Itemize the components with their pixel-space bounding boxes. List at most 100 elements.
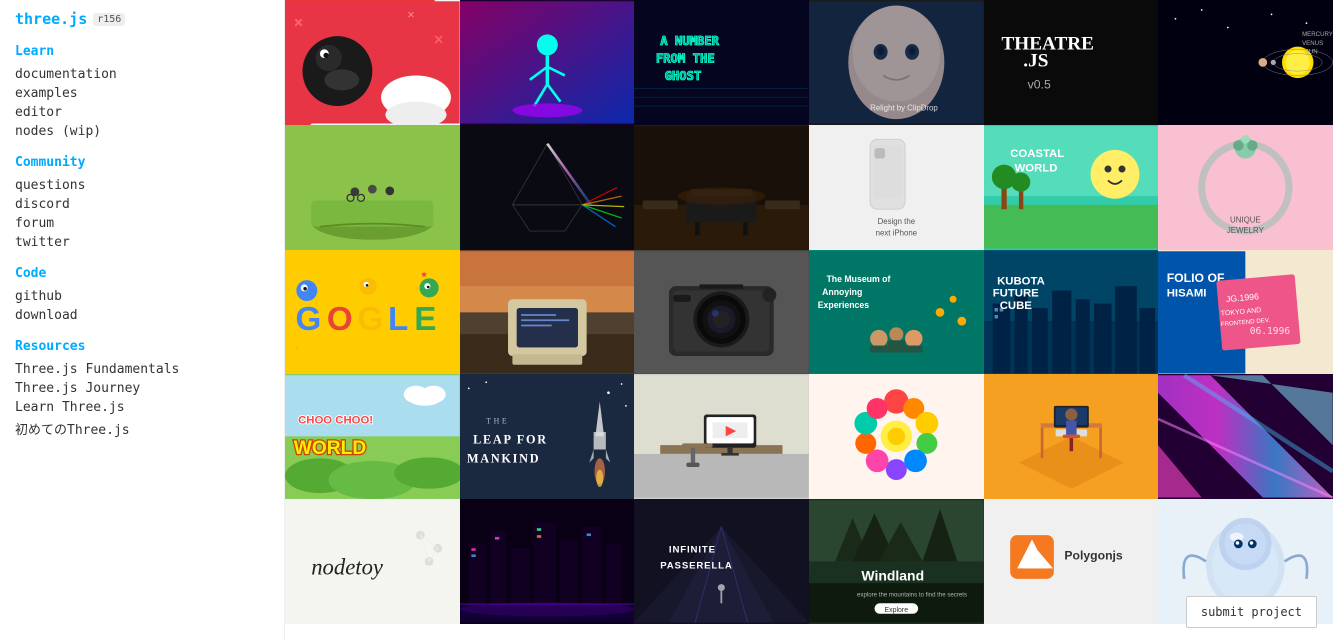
nav-learn[interactable]: Learn Three.js	[15, 398, 269, 417]
svg-text:Polygonjs: Polygonjs	[1064, 549, 1123, 563]
nav-documentation[interactable]: documentation	[15, 65, 269, 84]
nav-questions[interactable]: questions	[15, 176, 269, 195]
project-tile[interactable]: A NUMBER FROM THE GHOST A NUMBER FROM TH…	[634, 0, 809, 125]
svg-text:MANKIND: MANKIND	[467, 452, 540, 466]
svg-text:PASSERELLA: PASSERELLA	[661, 560, 734, 571]
app-name[interactable]: three.js	[15, 10, 87, 28]
svg-text:HISAMI: HISAMI	[1167, 287, 1207, 299]
project-tile[interactable]: COASTAL WORLD	[984, 125, 1159, 250]
nav-examples[interactable]: examples	[15, 84, 269, 103]
nav-fundamentals[interactable]: Three.js Fundamentals	[15, 360, 269, 379]
svg-text:×: ×	[407, 8, 414, 22]
svg-text:COASTAL: COASTAL	[1010, 148, 1064, 160]
svg-text:×: ×	[433, 30, 444, 50]
nav-journey[interactable]: Three.js Journey	[15, 379, 269, 398]
svg-text:06.1996: 06.1996	[1250, 326, 1291, 337]
project-tile[interactable]	[809, 374, 984, 499]
svg-text:CHOO CHOO!: CHOO CHOO!	[298, 415, 373, 427]
svg-text:next iPhone: next iPhone	[876, 228, 918, 237]
project-tile[interactable]	[460, 499, 635, 624]
svg-text:Windland: Windland	[861, 568, 924, 584]
project-tile[interactable]: Polygonjs	[984, 499, 1159, 624]
project-tile[interactable]	[1158, 374, 1333, 499]
svg-text:Experiences: Experiences	[818, 300, 870, 310]
svg-text:✦: ✦	[294, 342, 301, 354]
nav-japanese[interactable]: 初めてのThree.js	[15, 417, 269, 440]
svg-text:Design the: Design the	[878, 217, 916, 226]
section-learn: Learn	[15, 44, 269, 59]
project-tile[interactable]	[634, 125, 809, 250]
svg-text:Annoying: Annoying	[822, 286, 862, 296]
project-tile[interactable]: × × ×	[285, 0, 460, 125]
project-tile[interactable]: Design the next iPhone	[809, 125, 984, 250]
svg-text:WORLD: WORLD	[294, 438, 367, 459]
app-title: three.js r156	[15, 10, 269, 28]
project-tile[interactable]	[460, 250, 635, 375]
svg-text:VENUS: VENUS	[1302, 40, 1323, 47]
svg-text:E: E	[414, 300, 436, 337]
svg-text:JEWELRY: JEWELRY	[1227, 226, 1265, 235]
svg-text:★: ★	[420, 266, 428, 280]
project-grid-container: × × ×	[285, 0, 1333, 640]
svg-text:.JS: .JS	[1023, 51, 1048, 72]
svg-text:Explore: Explore	[885, 607, 909, 614]
svg-text:LEAP FOR: LEAP FOR	[473, 433, 548, 447]
svg-text:UNIQUE: UNIQUE	[1230, 215, 1261, 224]
svg-text:G: G	[357, 300, 383, 337]
svg-text:MERCURY: MERCURY	[1302, 31, 1333, 38]
project-tile[interactable]	[634, 250, 809, 375]
project-tile[interactable]: THE LEAP FOR MANKIND	[460, 374, 635, 499]
project-tile[interactable]	[984, 374, 1159, 499]
svg-text:v0.5: v0.5	[1027, 78, 1050, 92]
project-tile[interactable]: FOLIO OF HISAMI JG.1996 TOKYO AND FRONTE…	[1158, 250, 1333, 375]
svg-text:A NUMBER: A NUMBER	[661, 34, 720, 48]
project-tile[interactable]: Relight by ClipDrop	[809, 0, 984, 125]
svg-text:CUBE: CUBE	[999, 299, 1032, 311]
svg-text:G: G	[295, 300, 321, 337]
svg-text:FROM THE: FROM THE	[656, 51, 715, 65]
project-tile[interactable]: UNIQUE JEWELRY	[1158, 125, 1333, 250]
nav-discord[interactable]: discord	[15, 195, 269, 214]
project-tile[interactable]: G O G L E ★ ✦	[285, 250, 460, 375]
project-tile[interactable]: KUBOTA FUTURE CUBE	[984, 250, 1159, 375]
project-tile[interactable]: THEATRE .JS v0.5	[984, 0, 1159, 125]
svg-text:THE: THE	[486, 417, 509, 426]
project-tile[interactable]	[460, 0, 635, 125]
section-code: Code	[15, 266, 269, 281]
svg-text:×: ×	[294, 12, 303, 31]
svg-text:explore the mountains to find: explore the mountains to find the secret…	[857, 591, 967, 598]
project-tile[interactable]	[634, 374, 809, 499]
project-tile[interactable]: CHOO CHOO! WORLD	[285, 374, 460, 499]
project-tile[interactable]: MERCURY VENUS SUN	[1158, 0, 1333, 125]
project-tile[interactable]: nodetoy	[285, 499, 460, 624]
svg-text:FOLIO OF: FOLIO OF	[1167, 270, 1225, 284]
project-grid: × × ×	[285, 0, 1333, 624]
svg-text:KUBOTA: KUBOTA	[997, 275, 1045, 287]
svg-text:nodetoy: nodetoy	[311, 555, 384, 580]
svg-text:Relight by ClipDrop: Relight by ClipDrop	[870, 103, 938, 112]
svg-text:L: L	[388, 300, 408, 337]
version-badge: r156	[93, 13, 125, 26]
section-resources: Resources	[15, 339, 269, 354]
svg-text:WORLD: WORLD	[1014, 162, 1057, 174]
nav-forum[interactable]: forum	[15, 214, 269, 233]
nav-download[interactable]: download	[15, 306, 269, 325]
svg-text:INFINITE: INFINITE	[669, 545, 716, 556]
svg-text:The Museum of: The Museum of	[826, 273, 890, 283]
project-tile[interactable]	[460, 125, 635, 250]
project-tile[interactable]: INFINITE PASSERELLA	[634, 499, 809, 624]
sidebar: three.js r156 Learn documentation exampl…	[0, 0, 285, 640]
project-tile[interactable]: The Museum of Annoying Experiences	[809, 250, 984, 375]
svg-text:SUN: SUN	[1305, 49, 1318, 56]
submit-project-button[interactable]: submit project	[1186, 596, 1317, 628]
nav-editor[interactable]: editor	[15, 103, 269, 122]
svg-text:O: O	[327, 300, 353, 337]
project-tile[interactable]	[285, 125, 460, 250]
svg-text:GHOST: GHOST	[665, 69, 702, 83]
nav-twitter[interactable]: twitter	[15, 233, 269, 252]
project-tile[interactable]: Windland explore the mountains to find t…	[809, 499, 984, 624]
nav-nodes[interactable]: nodes (wip)	[15, 122, 269, 141]
svg-text:FUTURE: FUTURE	[992, 287, 1038, 299]
section-community: Community	[15, 155, 269, 170]
nav-github[interactable]: github	[15, 287, 269, 306]
